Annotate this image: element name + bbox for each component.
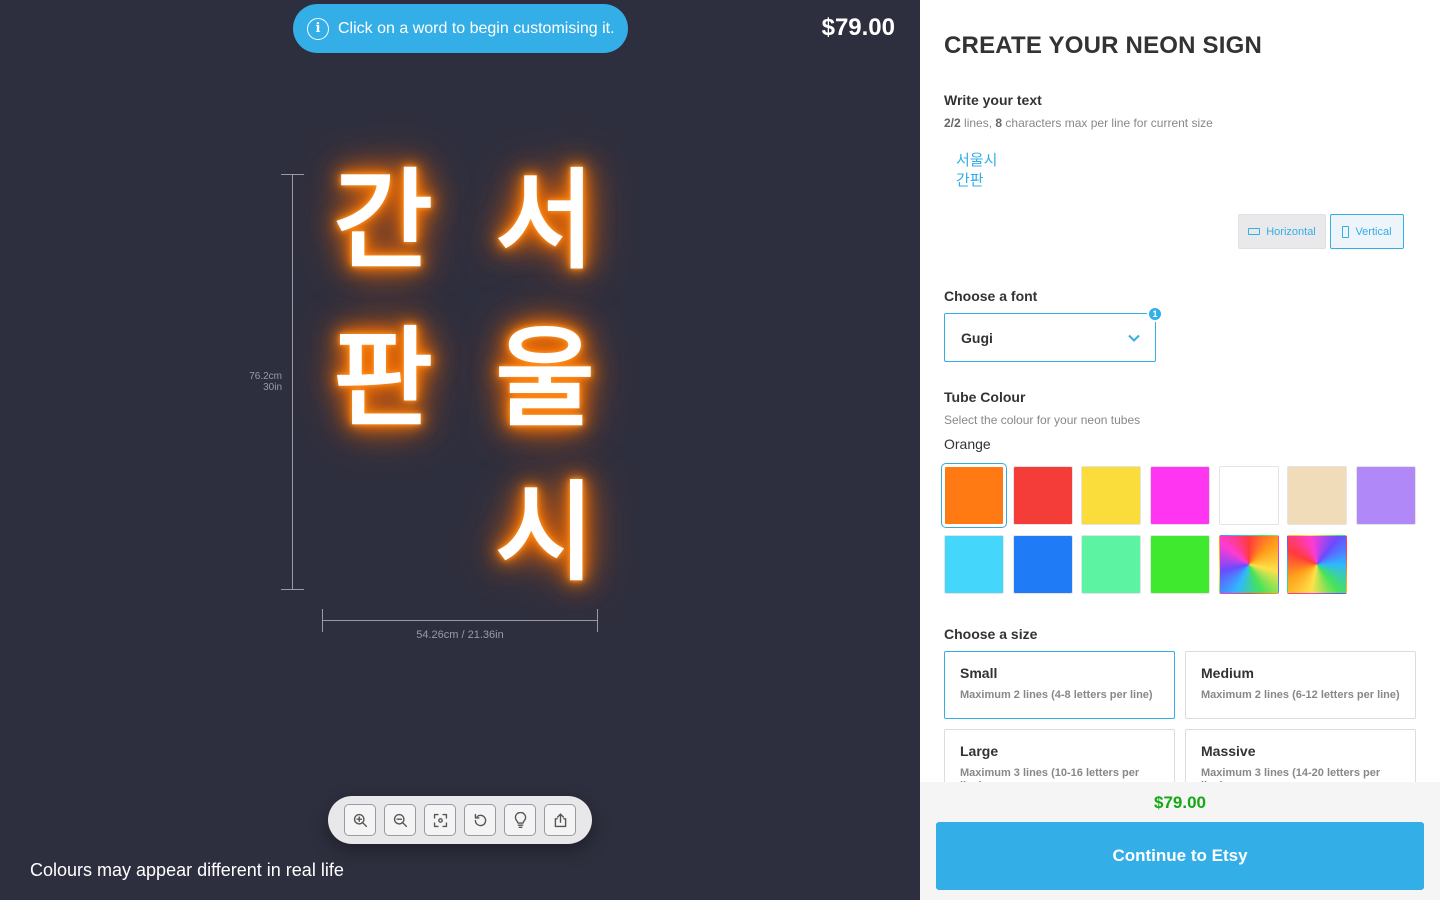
lights-toggle-button[interactable] [504,804,536,836]
zoom-in-button[interactable] [344,804,376,836]
preview-toolbar [328,796,592,844]
font-section-title: Choose a font [944,288,1038,304]
total-price: $79.00 [1154,793,1206,812]
text-section-title: Write your text [944,92,1042,108]
checkout-footer: $79.00 Continue to Etsy [920,782,1440,900]
vertical-icon [1342,225,1350,238]
chevron-down-icon [1128,334,1140,342]
colour-swatch[interactable] [1287,535,1348,594]
colour-swatch[interactable] [1012,466,1073,525]
customiser-panel: CREATE YOUR NEON SIGN Write your text 2/… [920,0,1440,900]
size-option-small[interactable]: Small Maximum 2 lines (4-8 letters per l… [944,651,1175,719]
fit-screen-icon [433,813,447,827]
customise-hint-banner: i Click on a word to begin customising i… [293,4,628,53]
neon-word-glyph[interactable]: 시 [480,480,610,588]
info-icon: i [307,17,329,40]
zoom-in-icon [353,813,367,827]
selected-colour-name: Orange [944,436,991,452]
horizontal-orientation-button[interactable]: Horizontal [1238,214,1326,249]
neon-preview-area: i Click on a word to begin customising i… [0,0,920,900]
size-option-medium[interactable]: Medium Maximum 2 lines (6-12 letters per… [1185,651,1416,719]
colour-swatch[interactable] [1150,466,1211,525]
zoom-out-button[interactable] [384,804,416,836]
width-dimension-label: 54.26cm / 21.36in [416,629,504,641]
colour-section-subtitle: Select the colour for your neon tubes [944,413,1141,427]
colour-section-title: Tube Colour [944,389,1026,405]
colour-swatch-grid [941,463,1418,595]
preview-price: $79.00 [821,14,895,41]
neon-word-glyph[interactable]: 간 [318,168,448,276]
share-button[interactable] [544,804,576,836]
size-section-title: Choose a size [944,626,1038,642]
colour-swatch[interactable] [944,535,1004,594]
colour-swatch[interactable] [1081,466,1142,525]
zoom-out-icon [393,813,407,827]
text-limit-hint: 2/2 lines, 8 characters max per line for… [944,116,1213,130]
text-line: 간판 [956,171,984,189]
vertical-orientation-button[interactable]: Vertical [1330,214,1404,249]
reset-icon [474,813,486,826]
reset-button[interactable] [464,804,496,836]
height-dimension-label: 76.2cm 30in [249,371,282,393]
colour-swatch[interactable] [1356,466,1417,525]
text-line: 서울시 [956,151,998,169]
colour-swatch[interactable] [1218,535,1279,594]
colour-swatch[interactable] [1218,466,1279,525]
continue-to-etsy-button[interactable]: Continue to Etsy [936,822,1424,890]
lightbulb-icon [514,811,526,828]
font-count-badge: 1 [1147,306,1163,322]
font-select[interactable]: Gugi [944,313,1156,362]
colour-swatch[interactable] [1012,535,1073,594]
colour-swatch[interactable] [1150,535,1211,594]
height-dimension-line [281,174,304,590]
text-input[interactable]: 서울시 간판 [956,150,997,190]
fit-screen-button[interactable] [424,804,456,836]
colour-swatch[interactable] [1287,466,1348,525]
colour-swatch[interactable] [941,463,1007,528]
neon-word-glyph[interactable]: 서 [480,168,610,276]
share-icon [554,812,566,827]
width-dimension-line [322,609,598,632]
horizontal-icon [1248,228,1261,235]
neon-word-glyph[interactable]: 울 [480,326,610,434]
hint-text: Click on a word to begin customising it. [338,19,615,37]
neon-word-glyph[interactable]: 판 [318,326,448,434]
colour-disclaimer: Colours may appear different in real lif… [30,860,344,880]
page-title: CREATE YOUR NEON SIGN [944,32,1263,59]
colour-swatch[interactable] [1081,535,1142,594]
